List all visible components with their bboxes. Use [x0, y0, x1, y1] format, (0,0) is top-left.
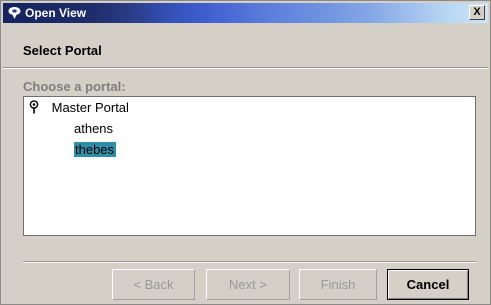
pin-icon	[29, 100, 39, 114]
choose-portal-label: Choose a portal:	[23, 79, 126, 94]
tree-node-master-portal[interactable]: Master Portal	[28, 100, 129, 116]
tree-node-label: athens	[74, 121, 114, 136]
wizard-header: Select Portal	[3, 23, 488, 67]
footer-divider	[23, 261, 476, 263]
next-button[interactable]: Next >	[206, 269, 290, 300]
window-title: Open View	[25, 6, 87, 20]
open-view-dialog: Open View X Select Portal Choose a porta…	[0, 0, 491, 305]
tree-node-label-selected: thebes	[74, 142, 117, 157]
title-bar[interactable]: Open View X	[3, 3, 488, 23]
portal-tree[interactable]: Master Portal athens thebes	[23, 96, 476, 236]
page-heading: Select Portal	[23, 43, 102, 58]
cancel-button[interactable]: Cancel	[387, 269, 469, 300]
close-icon: X	[473, 6, 481, 18]
header-divider	[3, 67, 488, 69]
back-button[interactable]: < Back	[112, 269, 195, 300]
tree-node-thebes[interactable]: thebes	[74, 142, 117, 158]
tree-node-athens[interactable]: athens	[74, 121, 113, 137]
finish-button[interactable]: Finish	[299, 269, 377, 300]
close-button[interactable]: X	[469, 5, 485, 20]
tree-node-label: Master Portal	[51, 100, 129, 115]
pin-icon	[8, 7, 21, 19]
